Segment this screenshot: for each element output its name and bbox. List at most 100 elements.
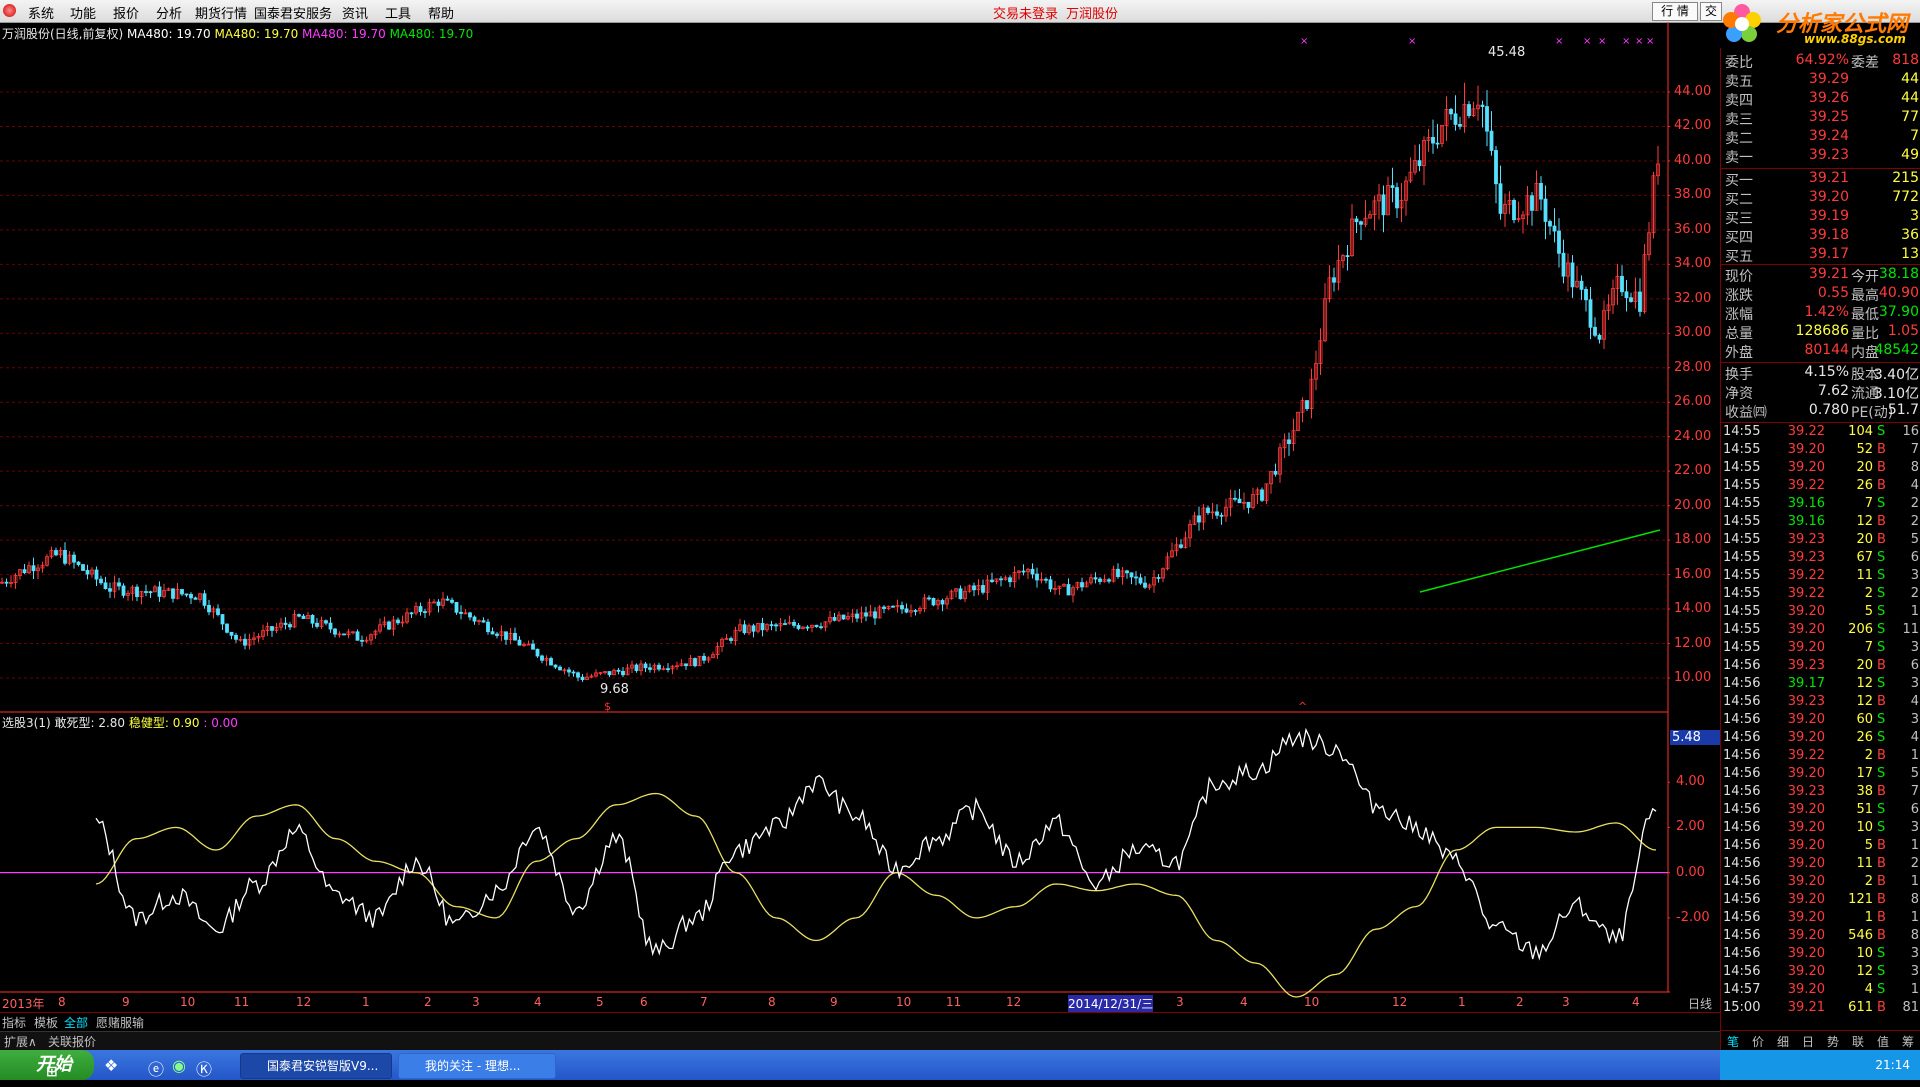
ask-label: 卖四 xyxy=(1725,93,1753,109)
tick-row: 14:55 39.16 12 B 2 xyxy=(1721,514,1920,532)
candle-body xyxy=(468,612,472,618)
trade-login-link[interactable]: 交易未登录 xyxy=(993,3,1058,22)
panel-tab[interactable]: 势 xyxy=(1827,1033,1839,1050)
tab-template[interactable]: 模板 xyxy=(34,1014,58,1031)
candle-body xyxy=(796,625,801,629)
candle-body xyxy=(225,623,229,633)
panel-tab[interactable]: 筹 xyxy=(1902,1033,1914,1050)
panel-tab[interactable]: 联 xyxy=(1852,1033,1864,1050)
trade-button[interactable]: 交 xyxy=(1700,2,1722,21)
bid-row-4[interactable]: 买四 39.18 36 xyxy=(1721,227,1920,246)
candle-body xyxy=(549,658,553,666)
tick-time: 14:55 xyxy=(1723,460,1761,475)
candle-body xyxy=(472,616,477,622)
bid-row-5[interactable]: 买五 39.17 13 xyxy=(1721,246,1920,265)
menu-system[interactable]: 系统 xyxy=(28,3,54,22)
tick-time: 14:55 xyxy=(1723,640,1761,655)
tab-related-quotes[interactable]: 关联报价 xyxy=(48,1033,96,1050)
candle-body xyxy=(666,668,670,671)
quicklaunch-icon-4[interactable]: Ⓚ xyxy=(196,1056,212,1080)
tick-price: 39.20 xyxy=(1787,622,1825,637)
tab-bet[interactable]: 愿赌服输 xyxy=(96,1014,144,1031)
chart-canvas[interactable]: × × × × × × × × $ ^ xyxy=(0,22,1670,1002)
bid-volume: 36 xyxy=(1901,227,1919,243)
candle-body xyxy=(1435,142,1440,145)
candle-body xyxy=(742,624,747,634)
task-button-favorites[interactable]: 我的关注 - 理想... xyxy=(398,1053,556,1079)
quicklaunch-ie-icon[interactable]: ⓔ xyxy=(148,1056,164,1080)
candle-body xyxy=(558,666,562,671)
buy-signal-marker: $ xyxy=(604,700,611,713)
tick-time: 14:55 xyxy=(1723,550,1761,565)
candle-body xyxy=(243,638,247,646)
candle-body xyxy=(1246,501,1251,508)
tab-indicator[interactable]: 指标 xyxy=(2,1014,26,1031)
app-icon xyxy=(3,4,16,17)
menu-news[interactable]: 资讯 xyxy=(342,3,368,22)
menu-gtja-service[interactable]: 国泰君安服务 xyxy=(254,3,332,22)
panel-divider xyxy=(1721,264,1920,265)
tick-volume: 38 xyxy=(1856,784,1873,799)
low-price-label: 9.68 xyxy=(600,682,629,697)
tick-row: 14:56 39.23 38 B 7 xyxy=(1721,784,1920,802)
quote-button[interactable]: 行 情 xyxy=(1652,2,1698,21)
stock-name-link[interactable]: 万润股份 xyxy=(1066,3,1118,22)
task-button-gtja[interactable]: 国泰君安锐智版V9... xyxy=(240,1053,392,1079)
bid-row-1[interactable]: 买一 39.21 215 xyxy=(1721,170,1920,189)
x-axis-label: 3 xyxy=(1176,995,1184,1009)
tick-volume: 26 xyxy=(1856,730,1873,745)
ma480-line xyxy=(1419,529,1661,593)
tick-direction: S xyxy=(1877,568,1886,583)
bid-row-2[interactable]: 买二 39.20 772 xyxy=(1721,189,1920,208)
panel-tab[interactable]: 值 xyxy=(1877,1033,1889,1050)
candle-body xyxy=(1332,277,1336,283)
tick-price: 39.20 xyxy=(1787,640,1825,655)
ask-row-1[interactable]: 卖一 39.23 49 xyxy=(1721,147,1920,166)
menu-help[interactable]: 帮助 xyxy=(428,3,454,22)
bid-label: 买五 xyxy=(1725,249,1753,265)
tab-expand[interactable]: 扩展∧ xyxy=(4,1033,37,1050)
candle-body xyxy=(229,631,234,636)
panel-tab[interactable]: 笔 xyxy=(1727,1033,1739,1050)
menu-quote[interactable]: 报价 xyxy=(113,3,139,22)
candle-body xyxy=(900,605,904,610)
chart-area[interactable]: × × × × × × × × $ ^ 万润股份(日线,前复权) MA480: 19.70 MA… xyxy=(0,22,1720,1012)
quicklaunch-icon-3[interactable]: ◉ xyxy=(172,1056,186,1075)
candle-body xyxy=(1597,334,1602,340)
ask-row-3[interactable]: 卖三 39.25 77 xyxy=(1721,109,1920,128)
tick-time: 14:56 xyxy=(1723,694,1761,709)
tick-volume: 52 xyxy=(1856,442,1873,457)
x-axis-label: 2 xyxy=(1516,995,1524,1009)
panel-tab[interactable]: 价 xyxy=(1752,1033,1764,1050)
start-button[interactable]: ⊞ 开始 xyxy=(0,1050,94,1080)
ask-row-2[interactable]: 卖二 39.24 7 xyxy=(1721,128,1920,147)
ask-row-5[interactable]: 卖五 39.29 44 xyxy=(1721,71,1920,90)
candle-body xyxy=(693,658,697,667)
candle-body xyxy=(171,588,175,599)
menu-function[interactable]: 功能 xyxy=(70,3,96,22)
candle-body xyxy=(864,612,868,617)
tab-all[interactable]: 全部 xyxy=(64,1014,88,1031)
candle-body xyxy=(184,593,189,596)
tick-row: 14:57 39.20 4 S 1 xyxy=(1721,982,1920,1000)
candle-body xyxy=(855,613,859,619)
menu-futures[interactable]: 期货行情 xyxy=(195,3,247,22)
panel-tab[interactable]: 日 xyxy=(1802,1033,1814,1050)
tick-price: 39.23 xyxy=(1787,532,1825,547)
bid-row-3[interactable]: 买三 39.19 3 xyxy=(1721,208,1920,227)
candle-body xyxy=(1021,570,1026,573)
tick-row: 14:56 39.20 10 S 3 xyxy=(1721,946,1920,964)
tick-direction: S xyxy=(1877,622,1886,637)
candle-body xyxy=(1530,195,1534,211)
panel-tab[interactable]: 细 xyxy=(1777,1033,1789,1050)
tick-direction: B xyxy=(1877,784,1886,799)
menu-tools[interactable]: 工具 xyxy=(385,3,411,22)
candle-body xyxy=(1629,297,1633,302)
price-axis-tick: 38.00 xyxy=(1674,187,1712,203)
candle-body xyxy=(580,676,585,680)
menu-analysis[interactable]: 分析 xyxy=(156,3,182,22)
tick-count: 6 xyxy=(1910,658,1919,673)
wei-bi-label: 委比 xyxy=(1725,55,1753,71)
ask-row-4[interactable]: 卖四 39.26 44 xyxy=(1721,90,1920,109)
quicklaunch-icon-1[interactable]: ❖ xyxy=(104,1056,118,1075)
